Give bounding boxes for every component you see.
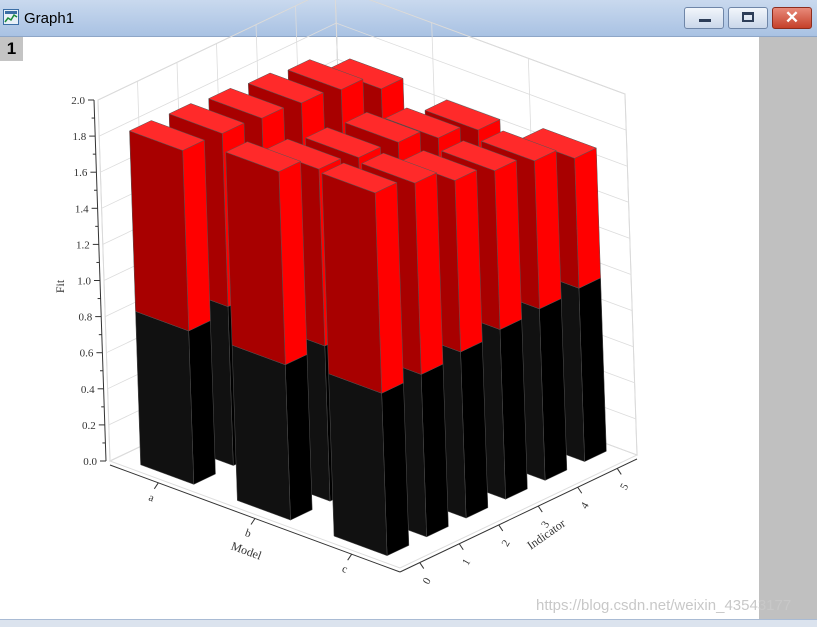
watermark-text: https://blog.csdn.net/weixin_43543177 bbox=[536, 597, 792, 614]
model-tick-label: b bbox=[243, 527, 253, 540]
indicator-tick-label: 2 bbox=[500, 538, 513, 549]
z-axis-title: Fit bbox=[53, 279, 67, 293]
z-tick-label: 1.6 bbox=[74, 167, 88, 179]
bar-c-0-layer0-side bbox=[328, 373, 388, 557]
bar-c-5-layer1-front bbox=[574, 147, 601, 289]
z-tick-label: 1.2 bbox=[76, 239, 90, 251]
indicator-tick-mark bbox=[577, 486, 583, 494]
indicator-tick-mark bbox=[419, 562, 425, 569]
indicator-tick-mark bbox=[498, 524, 504, 532]
z-tick-label: 0.4 bbox=[81, 384, 95, 396]
indicator-tick-mark bbox=[616, 468, 622, 475]
graph-window: Graph1 ✕ 1 0.0 0.2 0.4 0.6 0.8 1.0 1.2 1.4 1.6 1.… bbox=[0, 0, 817, 627]
indicator-tick-label: 1 bbox=[460, 557, 473, 568]
z-tick-label: 0.0 bbox=[83, 456, 97, 468]
indicator-tick-label: 5 bbox=[618, 481, 631, 492]
z-tick-label: 0.2 bbox=[82, 420, 96, 432]
z-tick-label: 1.8 bbox=[72, 131, 86, 143]
bar-a-0-layer0-side bbox=[135, 311, 195, 485]
z-tick-label: 0.8 bbox=[78, 312, 92, 324]
model-tick-mark bbox=[347, 553, 353, 561]
model-tick-mark bbox=[250, 518, 256, 525]
bar-chart-3d: 0.0 0.2 0.4 0.6 0.8 1.0 1.2 1.4 1.6 1.8 2.0 Fit a b c M… bbox=[53, 0, 639, 586]
bar-c-0-layer1-side bbox=[321, 172, 382, 394]
indicator-tick-label: 0 bbox=[421, 575, 434, 586]
bar-b-0-layer1-side bbox=[225, 151, 286, 366]
indicator-tick-mark bbox=[537, 505, 543, 513]
model-gridline bbox=[624, 93, 638, 456]
model-axis-title: Model bbox=[229, 539, 264, 563]
indicator-axis-title: Indicator bbox=[524, 516, 568, 552]
model-tick-mark bbox=[153, 482, 159, 490]
z-tick-label: 1.4 bbox=[75, 203, 89, 215]
z-tick-label: 2.0 bbox=[71, 95, 85, 107]
bar-a-0-layer1-side bbox=[129, 130, 189, 332]
bar-b-0-layer0-side bbox=[231, 344, 291, 521]
z-tick-label: 0.6 bbox=[80, 348, 94, 360]
indicator-tick-label: 4 bbox=[579, 500, 592, 511]
model-tick-label: c bbox=[340, 563, 349, 576]
model-tick-label: a bbox=[147, 492, 156, 505]
indicator-tick-mark bbox=[458, 543, 464, 551]
z-tick-label: 1.0 bbox=[77, 276, 91, 288]
